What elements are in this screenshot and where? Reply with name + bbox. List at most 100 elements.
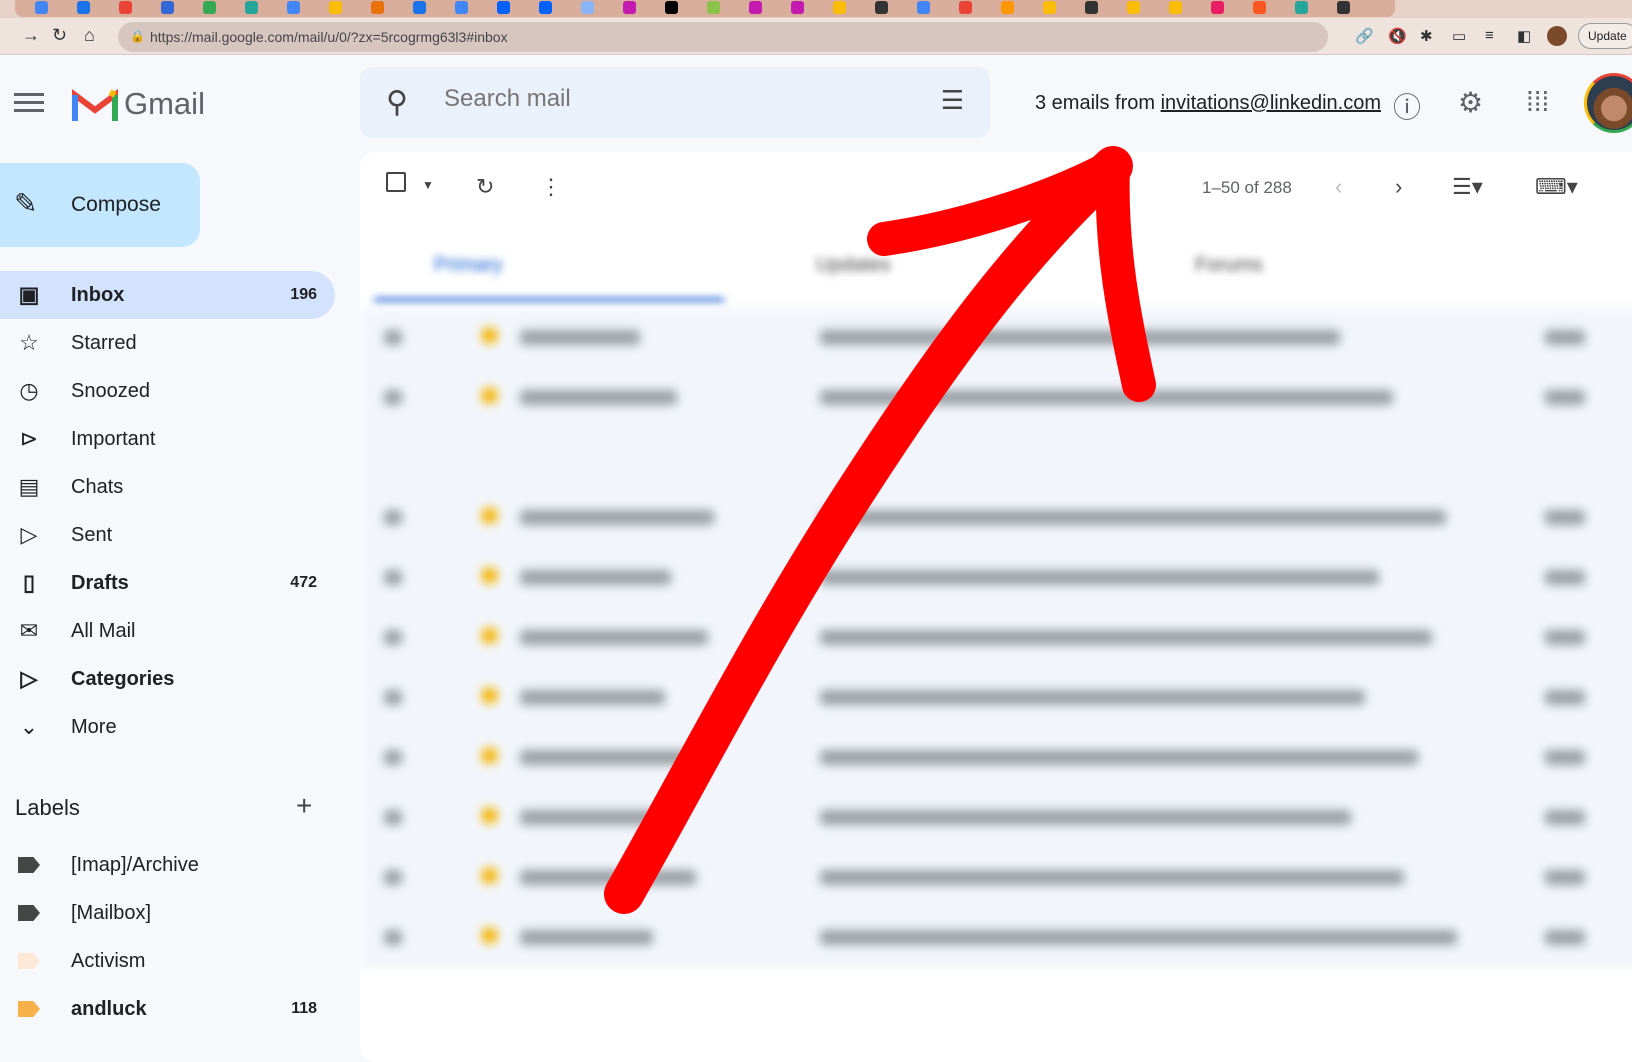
reload-icon[interactable]: ↻ <box>52 25 67 46</box>
sidebar-item-snoozed[interactable]: ◷ Snoozed <box>0 367 335 415</box>
sidebar-item-inbox[interactable]: ▣ Inbox 196 <box>0 271 335 319</box>
tab-favicon[interactable] <box>1295 1 1308 14</box>
tab-favicon[interactable] <box>413 1 426 14</box>
tab-favicon[interactable] <box>1001 1 1014 14</box>
label-item[interactable]: [Imap]/Archive <box>0 841 335 889</box>
update-button[interactable]: Update <box>1578 23 1632 49</box>
tab-favicon[interactable] <box>161 1 174 14</box>
tab-favicon[interactable] <box>119 1 132 14</box>
star-icon[interactable] <box>482 508 497 523</box>
forward-icon[interactable]: → <box>22 25 40 46</box>
table-row[interactable] <box>360 368 1632 488</box>
row-checkbox[interactable] <box>384 870 402 885</box>
filter-email-link[interactable]: invitations@linkedin.com <box>1161 92 1381 114</box>
star-icon[interactable] <box>482 688 497 703</box>
tab-favicon[interactable] <box>245 1 258 14</box>
sidepanel-icon[interactable]: ◧ <box>1517 27 1531 45</box>
label-item[interactable]: [Mailbox] <box>0 889 335 937</box>
profile-icon[interactable] <box>1547 26 1567 46</box>
row-checkbox[interactable] <box>384 750 402 765</box>
tab-updates[interactable]: Updates <box>816 254 891 277</box>
tab-favicon[interactable] <box>1253 1 1266 14</box>
tab-favicon[interactable] <box>665 1 678 14</box>
help-icon[interactable]: ⓘ <box>1393 86 1421 126</box>
star-icon[interactable] <box>482 388 497 403</box>
keyboard-icon[interactable]: ⌨▾ <box>1535 174 1578 200</box>
table-row[interactable] <box>360 728 1632 788</box>
tab-favicon[interactable] <box>959 1 972 14</box>
refresh-icon[interactable]: ↻ <box>476 174 494 200</box>
tab-favicon[interactable] <box>329 1 342 14</box>
density-icon[interactable]: ☰▾ <box>1452 174 1483 200</box>
star-icon[interactable] <box>482 808 497 823</box>
tab-favicon[interactable] <box>623 1 636 14</box>
tab-forums[interactable]: Forums <box>1195 254 1263 277</box>
tab-favicon[interactable] <box>1043 1 1056 14</box>
table-row[interactable] <box>360 668 1632 728</box>
tab-favicon[interactable] <box>35 1 48 14</box>
sidebar-item-categories[interactable]: ▷ Categories <box>0 655 335 703</box>
gear-icon[interactable]: ⚙ <box>1458 86 1483 119</box>
tab-favicon[interactable] <box>203 1 216 14</box>
table-row[interactable] <box>360 788 1632 848</box>
tab-favicon[interactable] <box>539 1 552 14</box>
row-checkbox[interactable] <box>384 330 402 345</box>
tab-favicon[interactable] <box>1337 1 1350 14</box>
table-row[interactable] <box>360 848 1632 908</box>
tab-favicon[interactable] <box>1211 1 1224 14</box>
star-icon[interactable] <box>482 328 497 343</box>
row-checkbox[interactable] <box>384 690 402 705</box>
star-icon[interactable] <box>482 628 497 643</box>
star-icon[interactable] <box>482 928 497 943</box>
gmail-logo[interactable]: Gmail <box>72 86 205 122</box>
row-checkbox[interactable] <box>384 570 402 585</box>
label-item[interactable]: andluck 118 <box>0 985 335 1033</box>
row-checkbox[interactable] <box>384 930 402 945</box>
star-icon[interactable] <box>482 868 497 883</box>
tab-favicon[interactable] <box>791 1 804 14</box>
puzzle-icon[interactable]: ✱ <box>1420 27 1433 45</box>
home-icon[interactable]: ⌂ <box>84 25 95 46</box>
tab-favicon[interactable] <box>749 1 762 14</box>
table-row[interactable] <box>360 608 1632 668</box>
search-options-icon[interactable]: ☰ <box>941 85 964 116</box>
apps-grid-icon[interactable]: ⁞⁞⁞ <box>1526 86 1549 118</box>
sidebar-item-starred[interactable]: ☆ Starred <box>0 319 335 367</box>
table-row[interactable] <box>360 488 1632 548</box>
search-input[interactable] <box>444 85 864 113</box>
label-item[interactable]: Activism <box>0 937 335 985</box>
tab-primary[interactable]: Primary <box>434 254 503 277</box>
tab-favicon[interactable] <box>1127 1 1140 14</box>
newer-page-icon[interactable]: ‹ <box>1335 174 1342 200</box>
sidebar-item-important[interactable]: ⊳ Important <box>0 415 335 463</box>
tab-favicon[interactable] <box>455 1 468 14</box>
cast-icon[interactable]: ▭ <box>1452 27 1466 45</box>
select-all-checkbox[interactable] <box>386 172 406 192</box>
add-label-icon[interactable]: + <box>296 790 312 822</box>
tab-favicon[interactable] <box>581 1 594 14</box>
more-options-icon[interactable]: ⋮ <box>540 174 562 200</box>
tab-favicon[interactable] <box>917 1 930 14</box>
sidebar-item-all-mail[interactable]: ✉ All Mail <box>0 607 335 655</box>
sidebar-item-drafts[interactable]: ▯ Drafts 472 <box>0 559 335 607</box>
browser-tabs[interactable] <box>15 0 1395 17</box>
star-icon[interactable] <box>482 748 497 763</box>
tab-favicon[interactable] <box>875 1 888 14</box>
avatar[interactable] <box>1584 73 1632 133</box>
table-row[interactable] <box>360 548 1632 608</box>
tab-favicon[interactable] <box>1085 1 1098 14</box>
star-icon[interactable] <box>482 568 497 583</box>
select-dropdown-icon[interactable]: ▼ <box>422 178 434 192</box>
row-checkbox[interactable] <box>384 630 402 645</box>
tab-favicon[interactable] <box>287 1 300 14</box>
mute-icon[interactable]: 🔇 <box>1388 27 1407 45</box>
tab-favicon[interactable] <box>707 1 720 14</box>
row-checkbox[interactable] <box>384 810 402 825</box>
sidebar-item-more[interactable]: ⌄ More <box>0 703 335 751</box>
address-bar[interactable]: 🔒 https://mail.google.com/mail/u/0/?zx=5… <box>118 22 1328 52</box>
reading-list-icon[interactable]: ≡ <box>1485 27 1494 44</box>
sidebar-item-chats[interactable]: ▤ Chats <box>0 463 335 511</box>
table-row[interactable] <box>360 308 1632 368</box>
compose-button[interactable]: ✎ Compose <box>0 163 200 247</box>
older-page-icon[interactable]: › <box>1395 174 1402 200</box>
